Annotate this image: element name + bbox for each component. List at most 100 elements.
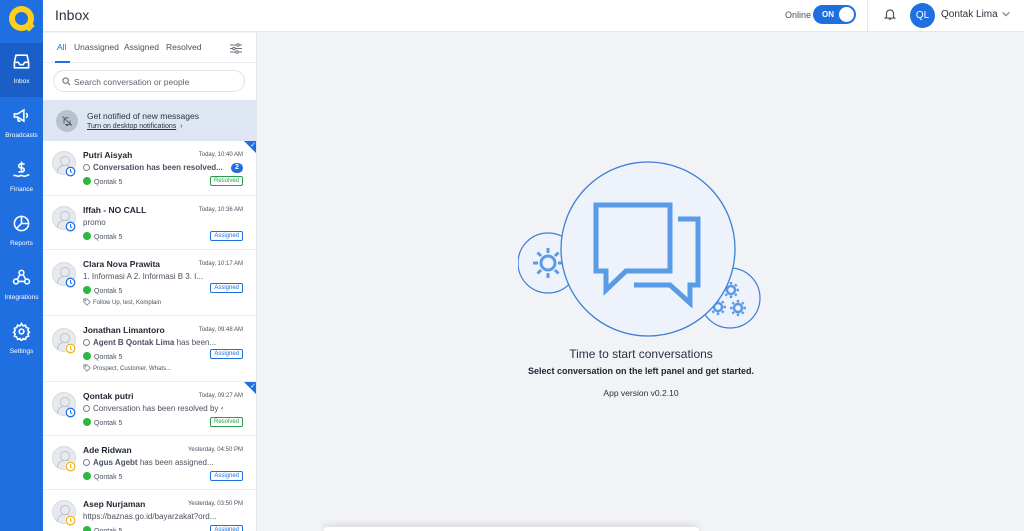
info-icon [83, 405, 90, 412]
sidebar: Inbox Broadcasts Finance Reports Integra… [0, 0, 43, 531]
unread-count-badge: 2 [231, 163, 243, 173]
timestamp: Yesterday, 04:50 PM [187, 447, 243, 453]
sidebar-item-settings[interactable]: Settings [0, 313, 43, 367]
timestamp: Today, 10:40 AM [198, 152, 243, 158]
channel-name: Qontak 5 [94, 474, 123, 481]
toggle-knob [839, 7, 854, 22]
info-icon [83, 164, 90, 171]
app-version: App version v0.2.10 [603, 388, 679, 398]
active-tab-indicator [55, 61, 70, 63]
sidebar-item-inbox[interactable]: Inbox [0, 43, 43, 97]
online-toggle[interactable]: ON [813, 5, 856, 24]
search-input[interactable] [74, 74, 239, 89]
conversation-row[interactable]: Iffah - NO CALL Today, 10:36 AM promo Qonta… [43, 196, 256, 250]
enable-notifications-link-text: Turn on desktop notifications [87, 123, 177, 130]
conversation-row[interactable]: Clara Nova Prawita Today, 10:17 AM 1. Info… [43, 250, 256, 316]
conversation-list: Putri Aisyah Today, 10:40 AM Conversation … [43, 141, 256, 531]
sidebar-item-label: Integrations [4, 294, 39, 301]
message-preview: Agus Agebt has been assigned... [83, 458, 223, 467]
timestamp: Today, 09:48 AM [198, 327, 243, 333]
conversation-tabs: All Unassigned Assigned Resolved [43, 33, 256, 63]
chevron-right-icon: › [180, 123, 183, 130]
conversation-panel: All Unassigned Assigned Resolved Get not… [43, 33, 257, 531]
megaphone-icon [13, 108, 29, 123]
divider [867, 0, 868, 32]
preview-text: has been... [174, 338, 217, 347]
main-panel: Time to start conversations Select conve… [258, 33, 1024, 531]
qontak-logo[interactable] [9, 6, 35, 32]
whatsapp-icon [83, 286, 91, 294]
preview-agent: Agus Agebt [93, 458, 138, 467]
contact-name: Qontak putri [83, 391, 134, 401]
tag-icon [83, 364, 91, 372]
tag-icon [83, 298, 91, 306]
sidebar-item-label: Reports [10, 240, 33, 247]
conversation-row[interactable]: Jonathan Limantoro Today, 09:48 AM Agent B… [43, 316, 256, 382]
filter-settings-icon[interactable] [230, 43, 242, 54]
channel-name: Qontak 5 [94, 420, 123, 427]
preview-text: Conversation has been resolved... [93, 163, 223, 172]
timestamp: Yesterday, 03:50 PM [187, 501, 243, 507]
channel: Qontak 5 [83, 177, 122, 186]
conversation-row[interactable]: Putri Aisyah Today, 10:40 AM Conversation … [43, 141, 256, 196]
preview-text: 1. Informasi A 2. Informasi B 3. I... [83, 272, 204, 281]
timestamp: Today, 09:27 AM [198, 393, 243, 399]
message-preview: https://baznas.go.id/bayarzakat?ord... [83, 512, 223, 521]
contact-name: Clara Nova Prawita [83, 259, 161, 269]
clock-icon [65, 461, 76, 472]
conversation-row[interactable]: Ade Ridwan Yesterday, 04:50 PM Agus Agebt … [43, 436, 256, 490]
contact-name: Iffah - NO CALL [83, 205, 147, 215]
contact-name: Putri Aisyah [83, 150, 133, 160]
message-preview: 1. Informasi A 2. Informasi B 3. I... [83, 272, 223, 281]
message-preview: Agent B Qontak Lima has been... [83, 338, 223, 347]
channel-name: Qontak 5 [94, 354, 123, 361]
enable-notifications-link[interactable]: Turn on desktop notifications › [87, 123, 183, 130]
preview-agent: Agent B Qontak Lima [93, 338, 175, 347]
sidebar-item-integrations[interactable]: Integrations [0, 259, 43, 313]
sidebar-item-broadcasts[interactable]: Broadcasts [0, 97, 43, 151]
user-name[interactable]: Qontak Lima [941, 9, 998, 20]
conversation-row[interactable]: Qontak putri Today, 09:27 AM Conversation … [43, 382, 256, 436]
search-box [53, 70, 245, 92]
tab-resolved[interactable]: Resolved [166, 42, 201, 52]
message-preview: Conversation has been resolved... [83, 163, 223, 172]
clock-icon [65, 277, 76, 288]
tags: Follow Up, test, Komplain [83, 298, 161, 306]
user-avatar[interactable]: QL [910, 3, 935, 28]
toggle-label: ON [822, 10, 834, 19]
preview-text: Conversation has been resolved by <... [93, 404, 223, 413]
channel: Qontak 5 [83, 232, 122, 241]
clock-icon [65, 166, 76, 177]
clock-icon [65, 221, 76, 232]
whatsapp-icon [83, 472, 91, 480]
whatsapp-icon [83, 177, 91, 185]
inbox-icon [13, 54, 30, 69]
status-badge: Assigned [210, 283, 243, 293]
info-icon [83, 339, 90, 346]
conversation-illustration [518, 161, 761, 337]
info-icon [83, 459, 90, 466]
tab-assigned[interactable]: Assigned [124, 42, 159, 52]
clock-icon [65, 407, 76, 418]
preview-text: promo [83, 218, 106, 227]
sidebar-item-finance[interactable]: Finance [0, 151, 43, 205]
timestamp: Today, 10:17 AM [198, 261, 243, 267]
sidebar-item-label: Finance [9, 186, 34, 193]
preview-text: has been assigned... [137, 458, 214, 467]
bell-icon[interactable] [883, 7, 897, 21]
chevron-down-icon[interactable] [1001, 9, 1011, 19]
channel: Qontak 5 [83, 418, 122, 427]
tab-unassigned[interactable]: Unassigned [74, 42, 119, 52]
contact-name: Ade Ridwan [83, 445, 132, 455]
message-preview: promo [83, 218, 223, 227]
contact-name: Jonathan Limantoro [83, 325, 165, 335]
tab-all[interactable]: All [57, 42, 66, 52]
top-bar: Inbox Online ON QL Qontak Lima [43, 0, 1024, 32]
sidebar-item-label: Inbox [13, 78, 30, 85]
status-badge: Assigned [210, 349, 243, 359]
tag-list: Prospect, Customer, Whats... [93, 366, 172, 372]
channel: Qontak 5 [83, 286, 122, 295]
notification-banner: Get notified of new messages Turn on des… [43, 100, 256, 141]
conversation-row[interactable]: Asep Nurjaman Yesterday, 03:50 PM https://… [43, 490, 256, 531]
sidebar-item-reports[interactable]: Reports [0, 205, 43, 259]
